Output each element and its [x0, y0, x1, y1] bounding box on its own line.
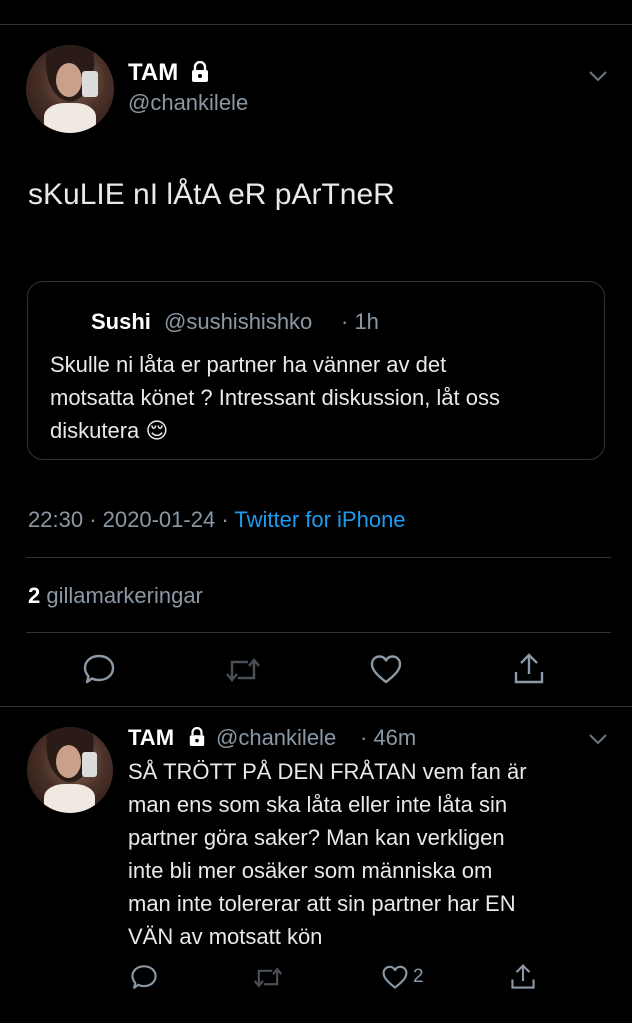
- reply-text-line: man ens som ska låta eller inte låta sin: [128, 792, 508, 817]
- tweet-timestamp[interactable]: 22:30 · 2020-01-24 · Twitter for iPhone: [28, 507, 406, 533]
- author-name[interactable]: TAM: [128, 725, 174, 750]
- likes-count: 2: [28, 583, 41, 608]
- share-icon[interactable]: [513, 652, 545, 686]
- quoted-time: · 1h: [341, 309, 379, 334]
- author-handle[interactable]: @chankilele: [128, 90, 248, 116]
- avatar[interactable]: [27, 727, 113, 813]
- reply-icon[interactable]: [130, 963, 158, 991]
- reply-text-line: VÄN av motsatt kön: [128, 924, 323, 949]
- reply-time: · 46m: [360, 725, 417, 750]
- quoted-text-line: diskutera 😌: [50, 418, 169, 443]
- tweet-text: sKuLIE nI lÅtA eR pArTneR: [28, 178, 395, 211]
- quoted-text-line: Skulle ni låta er partner ha vänner av d…: [50, 352, 447, 377]
- top-divider: [0, 24, 632, 25]
- avatar[interactable]: [26, 45, 114, 133]
- reply-text-line: man inte tolererar att sin partner har E…: [128, 891, 516, 916]
- quoted-text-line: motsatta könet ? Intressant diskussion, …: [50, 385, 501, 410]
- divider: [26, 632, 611, 633]
- quoted-tweet-card[interactable]: Sushi @sushishishko · 1h Skulle ni låta …: [27, 281, 605, 460]
- share-icon[interactable]: [510, 963, 536, 991]
- meta-separator: ·: [89, 507, 97, 532]
- quoted-author-name: Sushi: [91, 309, 151, 334]
- tweet-source-link[interactable]: Twitter for iPhone: [234, 507, 405, 532]
- heart-icon[interactable]: [381, 964, 409, 990]
- reply-text-line: SÅ TRÖTT PÅ DEN FRÅTAN vem fan är: [128, 759, 527, 784]
- reply-text-line: inte bli mer osäker som människa om: [128, 858, 493, 883]
- meta-separator: ·: [221, 507, 229, 532]
- reply-text-line: partner göra saker? Man kan verkligen: [128, 825, 505, 850]
- heart-icon[interactable]: [369, 653, 403, 685]
- retweet-icon[interactable]: [252, 965, 284, 990]
- reply-header: TAM: [128, 725, 174, 751]
- author-handle[interactable]: @chankilele: [216, 725, 336, 751]
- lock-icon: [189, 727, 205, 746]
- author-name[interactable]: TAM: [128, 59, 178, 87]
- divider: [26, 557, 611, 558]
- chevron-down-icon[interactable]: [588, 733, 608, 745]
- quoted-author-handle: @sushishishko: [164, 309, 313, 334]
- lock-icon: [192, 61, 208, 82]
- tweet-date: 2020-01-24: [102, 507, 216, 532]
- likes-summary[interactable]: 2 gillamarkeringar: [28, 583, 203, 609]
- reply-icon[interactable]: [82, 652, 116, 686]
- retweet-icon[interactable]: [224, 655, 262, 685]
- likes-label: gillamarkeringar: [46, 583, 203, 608]
- divider: [0, 706, 632, 707]
- chevron-down-icon[interactable]: [588, 70, 608, 82]
- like-count: 2: [413, 966, 424, 987]
- tweet-time: 22:30: [28, 507, 84, 532]
